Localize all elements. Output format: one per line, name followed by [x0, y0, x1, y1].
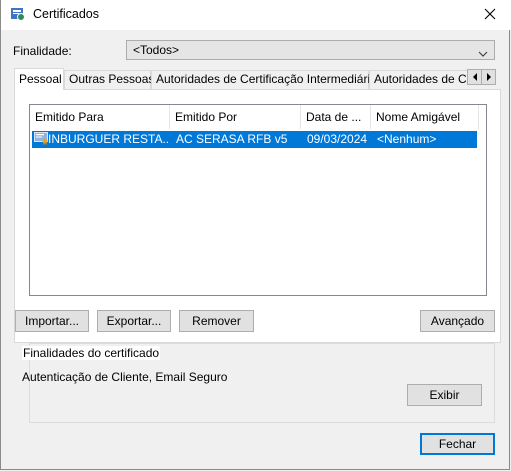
- tab-personal[interactable]: Pessoal: [14, 68, 64, 90]
- tab-strip: Pessoal Outras Pessoas Autoridades de Ce…: [14, 68, 477, 90]
- tab-label: Autoridades de Certificação Intermediári…: [156, 72, 383, 86]
- view-button[interactable]: Exibir: [407, 384, 482, 406]
- column-header-issued-by[interactable]: Emitido Por: [170, 105, 301, 129]
- tab-intermediate-cas[interactable]: Autoridades de Certificação Intermediári…: [151, 70, 383, 89]
- close-window-button[interactable]: [467, 0, 511, 30]
- remove-button[interactable]: Remover: [179, 310, 254, 332]
- cell-issued-by: AC SERASA RFB v5: [176, 132, 288, 146]
- tab-label: Pessoal: [19, 72, 62, 86]
- column-header-issued-to[interactable]: Emitido Para: [30, 105, 170, 129]
- tab-scroll-right-button[interactable]: [481, 69, 496, 85]
- table-row[interactable]: INBURGUER RESTA... AC SERASA RFB v5 09/0…: [32, 131, 477, 148]
- tab-other-people[interactable]: Outras Pessoas: [64, 70, 155, 89]
- cell-issued-to: INBURGUER RESTA...: [48, 132, 168, 146]
- tab-label: Autoridades de Ce: [374, 72, 474, 86]
- certificate-purposes-text: Autenticação de Cliente, Email Seguro: [22, 370, 228, 384]
- arrow-right-icon: [486, 73, 491, 81]
- tab-root-cas[interactable]: Autoridades de Ce: [369, 70, 477, 89]
- certificate-icon: [34, 131, 48, 148]
- certificates-dialog: Certificados Finalidade: <Todos> Pessoal…: [0, 0, 511, 470]
- close-icon: [484, 8, 496, 23]
- advanced-button[interactable]: Avançado: [420, 310, 495, 332]
- certificate-purposes-title: Finalidades do certificado: [22, 346, 161, 360]
- tab-scroll-left-button[interactable]: [467, 69, 482, 85]
- window-title: Certificados: [33, 7, 99, 21]
- purpose-label: Finalidade:: [13, 44, 72, 58]
- certificate-list[interactable]: Emitido Para Emitido Por Data de ... Nom…: [29, 104, 487, 296]
- tab-label: Outras Pessoas: [69, 72, 155, 86]
- cell-friendly-name: <Nenhum>: [377, 132, 437, 146]
- purpose-select-value: <Todos>: [133, 43, 180, 57]
- arrow-left-icon: [472, 73, 477, 81]
- close-button[interactable]: Fechar: [420, 433, 495, 455]
- purpose-select[interactable]: <Todos>: [126, 40, 495, 60]
- import-button[interactable]: Importar...: [15, 310, 89, 332]
- tab-panel: Emitido Para Emitido Por Data de ... Nom…: [14, 89, 501, 423]
- chevron-down-icon: [478, 46, 488, 60]
- certificate-app-icon: [10, 6, 26, 22]
- list-header: Emitido Para Emitido Por Data de ... Nom…: [30, 105, 486, 129]
- title-bar: Certificados: [1, 0, 511, 30]
- column-header-friendly-name[interactable]: Nome Amigável: [371, 105, 479, 129]
- column-header-expiration[interactable]: Data de ...: [301, 105, 371, 129]
- cell-expiration: 09/03/2024: [307, 132, 368, 146]
- export-button[interactable]: Exportar...: [97, 310, 171, 332]
